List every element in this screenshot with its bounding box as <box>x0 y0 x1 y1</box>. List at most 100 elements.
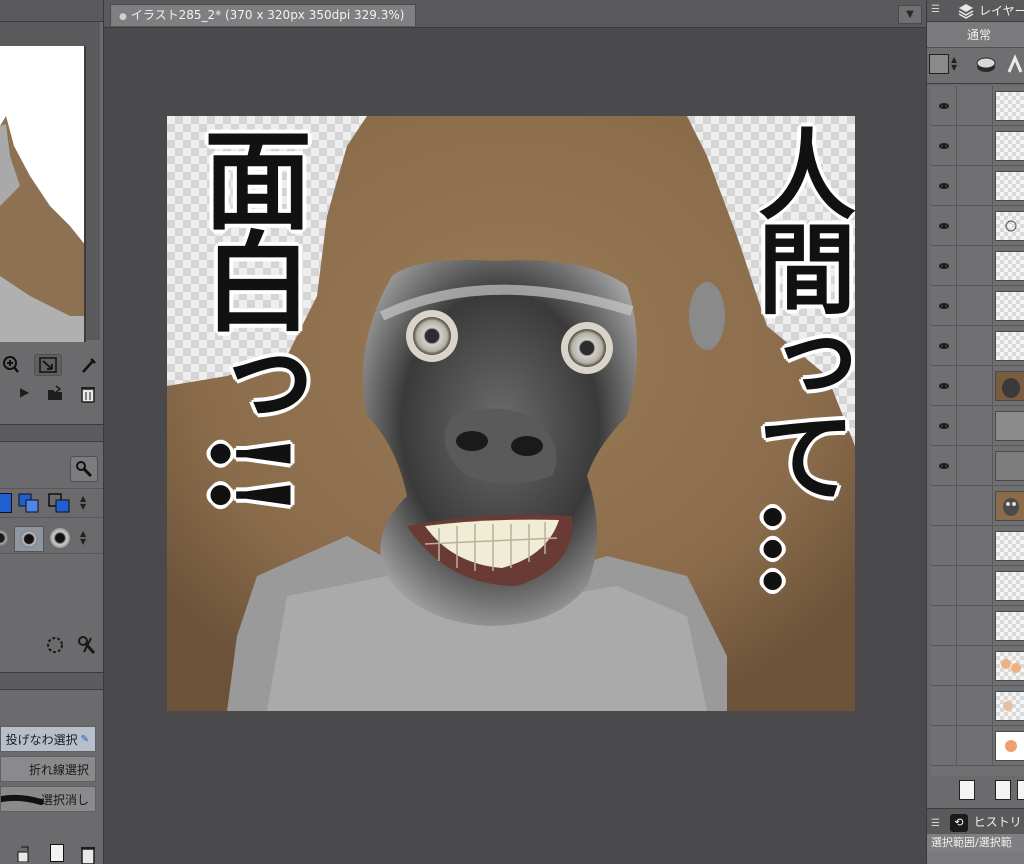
layer-visibility-toggle[interactable] <box>931 326 957 365</box>
layer-lock-cell[interactable] <box>957 86 993 125</box>
layer-row[interactable] <box>931 246 1024 286</box>
mode-spinner-icon[interactable]: ▲ ▼ <box>80 495 90 513</box>
layer-row[interactable] <box>931 646 1024 686</box>
history-item[interactable]: 選択範囲/選択範 <box>927 834 1024 852</box>
layer-lock-cell[interactable] <box>957 166 993 205</box>
new-subtool-icon[interactable] <box>50 844 64 862</box>
new-raster-layer-icon[interactable] <box>959 780 975 800</box>
layer-visibility-toggle[interactable] <box>931 86 957 125</box>
layer-visibility-toggle[interactable] <box>931 646 957 685</box>
folder-icon[interactable] <box>46 384 64 404</box>
layer-lock-cell[interactable] <box>957 726 993 765</box>
antialias-weak-button[interactable] <box>14 526 44 552</box>
layer-visibility-toggle[interactable] <box>931 486 957 525</box>
layer-visibility-toggle[interactable] <box>931 366 957 405</box>
tab-menu-button[interactable]: ▼ <box>898 5 922 24</box>
panel-menu-icon[interactable]: ☰ <box>931 4 940 15</box>
layer-row[interactable] <box>931 566 1024 606</box>
layer-list[interactable] <box>931 86 1024 776</box>
layer-row[interactable] <box>931 406 1024 446</box>
antialias-strong-icon[interactable] <box>50 528 70 548</box>
layer-visibility-toggle[interactable] <box>931 726 957 765</box>
layer-visibility-toggle[interactable] <box>931 526 957 565</box>
layer-row[interactable] <box>931 366 1024 406</box>
layer-visibility-toggle[interactable] <box>931 126 957 165</box>
layer-row[interactable] <box>931 286 1024 326</box>
fit-window-icon <box>39 357 57 373</box>
new-folder-icon[interactable] <box>1017 780 1024 800</box>
layer-row[interactable] <box>931 86 1024 126</box>
blend-mode-select[interactable]: 通常 <box>927 22 1024 48</box>
layer-visibility-toggle[interactable] <box>931 446 957 485</box>
artwork-canvas[interactable]: 面白っ!! 人間って… <box>167 116 855 711</box>
subtool-item-lasso[interactable]: 投げなわ選択 ✎ <box>0 726 96 752</box>
antialias-spinner-icon[interactable]: ▲ ▼ <box>80 530 90 548</box>
subtool-item-erase-selection[interactable]: 選択消し <box>0 786 96 812</box>
subtool-label: 選択消し <box>40 792 89 807</box>
wrench-icon <box>76 461 93 478</box>
layer-lock-cell[interactable] <box>957 126 993 165</box>
layer-lock-cell[interactable] <box>957 246 993 285</box>
layer-color-icon[interactable] <box>929 54 949 74</box>
layer-lock-cell[interactable] <box>957 446 993 485</box>
trash-icon[interactable] <box>78 384 98 404</box>
layer-lock-cell[interactable] <box>957 646 993 685</box>
copy-subtool-icon[interactable] <box>16 846 32 863</box>
history-menu-icon[interactable]: ☰ <box>931 818 940 829</box>
canvas-tab[interactable]: ● イラスト285_2* (370 x 320px 350dpi 329.3%) <box>110 4 416 26</box>
layer-row[interactable] <box>931 606 1024 646</box>
navigator-preview[interactable] <box>0 46 86 342</box>
layer-row[interactable] <box>931 126 1024 166</box>
settings-wrench-icon[interactable] <box>76 634 98 656</box>
history-panel-title[interactable]: ヒストリ <box>974 815 1022 829</box>
layer-lock-cell[interactable] <box>957 566 993 605</box>
navigator-header <box>0 0 103 22</box>
new-vector-layer-icon[interactable] <box>995 780 1011 800</box>
fit-to-window-button[interactable] <box>34 354 62 376</box>
layer-row[interactable] <box>931 206 1024 246</box>
play-icon[interactable]: ▶ <box>20 386 29 398</box>
layer-visibility-toggle[interactable] <box>931 206 957 245</box>
reset-icon[interactable] <box>44 634 66 656</box>
zoom-in-icon[interactable] <box>2 354 20 374</box>
add-selection-icon[interactable] <box>18 493 40 513</box>
layer-lock-cell[interactable] <box>957 326 993 365</box>
antialias-none-icon[interactable] <box>0 528 8 548</box>
layer-visibility-toggle[interactable] <box>931 166 957 205</box>
eyedropper-icon[interactable] <box>80 354 98 374</box>
reference-layer-icon[interactable] <box>975 54 997 74</box>
delete-subtool-icon[interactable] <box>78 844 98 864</box>
layer-visibility-toggle[interactable] <box>931 686 957 725</box>
layer-lock-cell[interactable] <box>957 486 993 525</box>
new-selection-icon[interactable] <box>0 493 12 513</box>
layer-lock-cell[interactable] <box>957 526 993 565</box>
layer-visibility-toggle[interactable] <box>931 406 957 445</box>
history-item-next[interactable] <box>927 852 1024 864</box>
subtool-label: 折れ線選択 <box>28 762 89 777</box>
layer-row[interactable] <box>931 446 1024 486</box>
clip-layer-icon[interactable] <box>1005 54 1024 74</box>
layer-color-spinner-icon[interactable]: ▲ ▼ <box>951 56 957 72</box>
layer-lock-cell[interactable] <box>957 606 993 645</box>
layer-visibility-toggle[interactable] <box>931 566 957 605</box>
subtool-item-polyline[interactable]: 折れ線選択 <box>0 756 96 782</box>
layer-row[interactable] <box>931 686 1024 726</box>
canvas-tab-title: イラスト285_2* (370 x 320px 350dpi 329.3%) <box>130 8 405 22</box>
layer-thumbnail <box>995 531 1024 561</box>
layer-lock-cell[interactable] <box>957 366 993 405</box>
layer-row[interactable] <box>931 486 1024 526</box>
layer-row[interactable] <box>931 166 1024 206</box>
layer-row[interactable] <box>931 326 1024 366</box>
layer-visibility-toggle[interactable] <box>931 286 957 325</box>
layer-panel-title[interactable]: レイヤー <box>979 0 1024 22</box>
layer-visibility-toggle[interactable] <box>931 246 957 285</box>
intersect-selection-icon[interactable] <box>48 493 72 513</box>
layer-row[interactable] <box>931 726 1024 766</box>
layer-lock-cell[interactable] <box>957 286 993 325</box>
layer-lock-cell[interactable] <box>957 686 993 725</box>
layer-lock-cell[interactable] <box>957 406 993 445</box>
layer-row[interactable] <box>931 526 1024 566</box>
layer-lock-cell[interactable] <box>957 206 993 245</box>
tool-settings-button[interactable] <box>70 456 98 482</box>
layer-visibility-toggle[interactable] <box>931 606 957 645</box>
